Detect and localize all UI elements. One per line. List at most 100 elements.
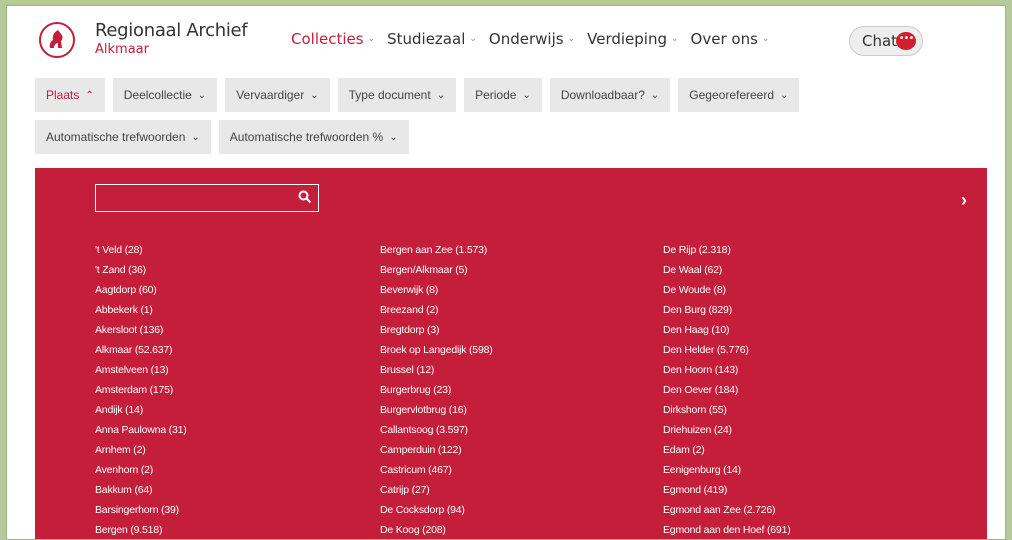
filter-label: Vervaardiger <box>236 88 305 102</box>
chat-button[interactable]: Chat ••• <box>849 26 923 56</box>
filter-downloadbaar[interactable]: Downloadbaar? ⌄ <box>549 78 671 112</box>
nav-label: Verdieping <box>587 30 667 48</box>
filter-row: Plaats ⌃ Deelcollectie ⌄ Vervaardiger ⌄ Typ… <box>35 78 995 112</box>
place-link[interactable]: Den Oever (184) <box>663 380 791 400</box>
place-link[interactable]: 't Veld (28) <box>95 240 187 260</box>
nav-verdieping[interactable]: Verdieping ⌄ <box>587 30 678 48</box>
place-link[interactable]: Egmond aan den Hoef (691) <box>663 520 791 539</box>
place-link[interactable]: Eenigenburg (14) <box>663 460 791 480</box>
chevron-down-icon: ⌄ <box>191 131 200 143</box>
chevron-down-icon: ⌄ <box>469 34 477 44</box>
place-link[interactable]: Alkmaar (52.637) <box>95 340 187 360</box>
chat-label: Chat <box>862 32 898 50</box>
nav-label: Over ons <box>690 30 758 48</box>
place-link[interactable]: Arnhem (2) <box>95 440 187 460</box>
place-link[interactable]: Abbekerk (1) <box>95 300 187 320</box>
place-link[interactable]: Amstelveen (13) <box>95 360 187 380</box>
place-link[interactable]: Den Burg (829) <box>663 300 791 320</box>
place-link[interactable]: Burgerbrug (23) <box>380 380 493 400</box>
place-link[interactable]: Aagtdorp (60) <box>95 280 187 300</box>
filter-periode[interactable]: Periode ⌄ <box>464 78 542 112</box>
nav-label: Onderwijs <box>488 30 564 48</box>
place-link[interactable]: Den Hoorn (143) <box>663 360 791 380</box>
filter-label: Plaats <box>46 88 80 102</box>
place-link[interactable]: Den Haag (10) <box>663 320 791 340</box>
place-link[interactable]: 't Zand (36) <box>95 260 187 280</box>
place-link[interactable]: Camperduin (122) <box>380 440 493 460</box>
chevron-down-icon: ⌄ <box>197 89 207 101</box>
filter-label: Automatische trefwoorden <box>46 130 186 144</box>
nav-onderwijs[interactable]: Onderwijs ⌄ <box>489 30 575 48</box>
filter-label: Deelcollectie <box>123 88 192 102</box>
page-frame: Regionaal Archief Alkmaar Collecties ⌄ St… <box>6 5 1006 540</box>
place-link[interactable]: De Koog (208) <box>380 520 493 539</box>
place-link[interactable]: Bakkum (64) <box>95 480 187 500</box>
place-link[interactable]: Bregtdorp (3) <box>380 320 493 340</box>
place-link[interactable]: Barsingerhorn (39) <box>95 500 187 520</box>
place-link[interactable]: Bergen (9.518) <box>95 520 187 539</box>
place-link[interactable]: Amsterdam (175) <box>95 380 187 400</box>
place-link[interactable]: De Waal (62) <box>663 260 791 280</box>
filter-type-document[interactable]: Type document ⌄ <box>337 78 457 112</box>
place-link[interactable]: Breezand (2) <box>380 300 493 320</box>
chevron-down-icon: ⌄ <box>436 89 446 101</box>
filter-plaats[interactable]: Plaats ⌃ <box>35 78 105 112</box>
place-column-3: De Rijp (2.318) De Waal (62) De Woude (8) D… <box>663 240 791 539</box>
nav-studiezaal[interactable]: Studiezaal ⌄ <box>387 30 477 48</box>
place-link[interactable]: Beverwijk (8) <box>380 280 493 300</box>
place-search-input[interactable] <box>96 185 286 211</box>
archive-logo-icon <box>49 30 63 48</box>
place-link[interactable]: Bergen/Alkmaar (5) <box>380 260 493 280</box>
chevron-down-icon: ⌄ <box>522 89 531 101</box>
logo[interactable] <box>39 22 75 58</box>
main-nav: Collecties ⌄ Studiezaal ⌄ Onderwijs ⌄ Verdi… <box>291 30 781 48</box>
filter-label: Periode <box>475 88 517 102</box>
chevron-down-icon: ⌄ <box>780 89 789 101</box>
filter-label: Type document <box>348 88 431 102</box>
filter-automatische-trefwoorden[interactable]: Automatische trefwoorden ⌄ <box>35 120 211 154</box>
place-link[interactable]: Den Helder (5.776) <box>663 340 791 360</box>
filter-gegeorefereerd[interactable]: Gegeorefereerd ⌄ <box>678 78 800 112</box>
place-link[interactable]: Castricum (467) <box>380 460 493 480</box>
chevron-down-icon: ⌄ <box>389 131 398 143</box>
place-link[interactable]: De Rijp (2.318) <box>663 240 791 260</box>
filter-deelcollectie[interactable]: Deelcollectie ⌄ <box>112 78 218 112</box>
place-column-2: Bergen aan Zee (1.573) Bergen/Alkmaar (5)… <box>380 240 493 539</box>
place-link[interactable]: Driehuizen (24) <box>663 420 791 440</box>
next-page-arrow-icon[interactable]: › <box>961 190 967 211</box>
filter-label: Gegeorefereerd <box>689 88 775 102</box>
place-link[interactable]: Avenhorn (2) <box>95 460 187 480</box>
brand-subtitle[interactable]: Alkmaar <box>95 42 149 57</box>
chevron-down-icon: ⌄ <box>761 34 770 44</box>
chevron-down-icon: ⌄ <box>671 34 679 44</box>
search-icon[interactable] <box>298 190 312 204</box>
place-link[interactable]: Brussel (12) <box>380 360 493 380</box>
place-link[interactable]: Broek op Langedijk (598) <box>380 340 493 360</box>
place-link[interactable]: De Woude (8) <box>663 280 791 300</box>
chevron-up-icon: ⌃ <box>85 89 94 101</box>
filter-automatische-trefwoorden-pct[interactable]: Automatische trefwoorden % ⌄ <box>218 120 409 154</box>
filter-label: Automatische trefwoorden % <box>229 130 384 144</box>
nav-collecties[interactable]: Collecties ⌄ <box>291 30 375 48</box>
place-link[interactable]: Callantsoog (3.597) <box>380 420 493 440</box>
brand-name[interactable]: Regionaal Archief <box>95 20 248 41</box>
place-link[interactable]: Andijk (14) <box>95 400 187 420</box>
place-link[interactable]: Bergen aan Zee (1.573) <box>380 240 493 260</box>
filter-vervaardiger[interactable]: Vervaardiger ⌄ <box>225 78 330 112</box>
place-search-box <box>95 184 319 212</box>
place-link[interactable]: Edam (2) <box>663 440 791 460</box>
place-link[interactable]: De Cocksdorp (94) <box>380 500 493 520</box>
place-link[interactable]: Burgervlotbrug (16) <box>380 400 493 420</box>
place-link[interactable]: Egmond (419) <box>663 480 791 500</box>
chat-bubble-icon: ••• <box>896 32 916 50</box>
nav-over-ons[interactable]: Over ons ⌄ <box>691 30 770 48</box>
site-header: Regionaal Archief Alkmaar Collecties ⌄ St… <box>7 6 1005 72</box>
chevron-down-icon: ⌄ <box>367 34 376 44</box>
filter-bar: Plaats ⌃ Deelcollectie ⌄ Vervaardiger ⌄ Typ… <box>35 78 995 162</box>
place-link[interactable]: Anna Paulowna (31) <box>95 420 187 440</box>
place-link[interactable]: Akersloot (136) <box>95 320 187 340</box>
place-link[interactable]: Egmond aan Zee (2.726) <box>663 500 791 520</box>
place-link[interactable]: Catrijp (27) <box>380 480 493 500</box>
chevron-down-icon: ⌄ <box>310 89 319 101</box>
place-link[interactable]: Dirkshorn (55) <box>663 400 791 420</box>
